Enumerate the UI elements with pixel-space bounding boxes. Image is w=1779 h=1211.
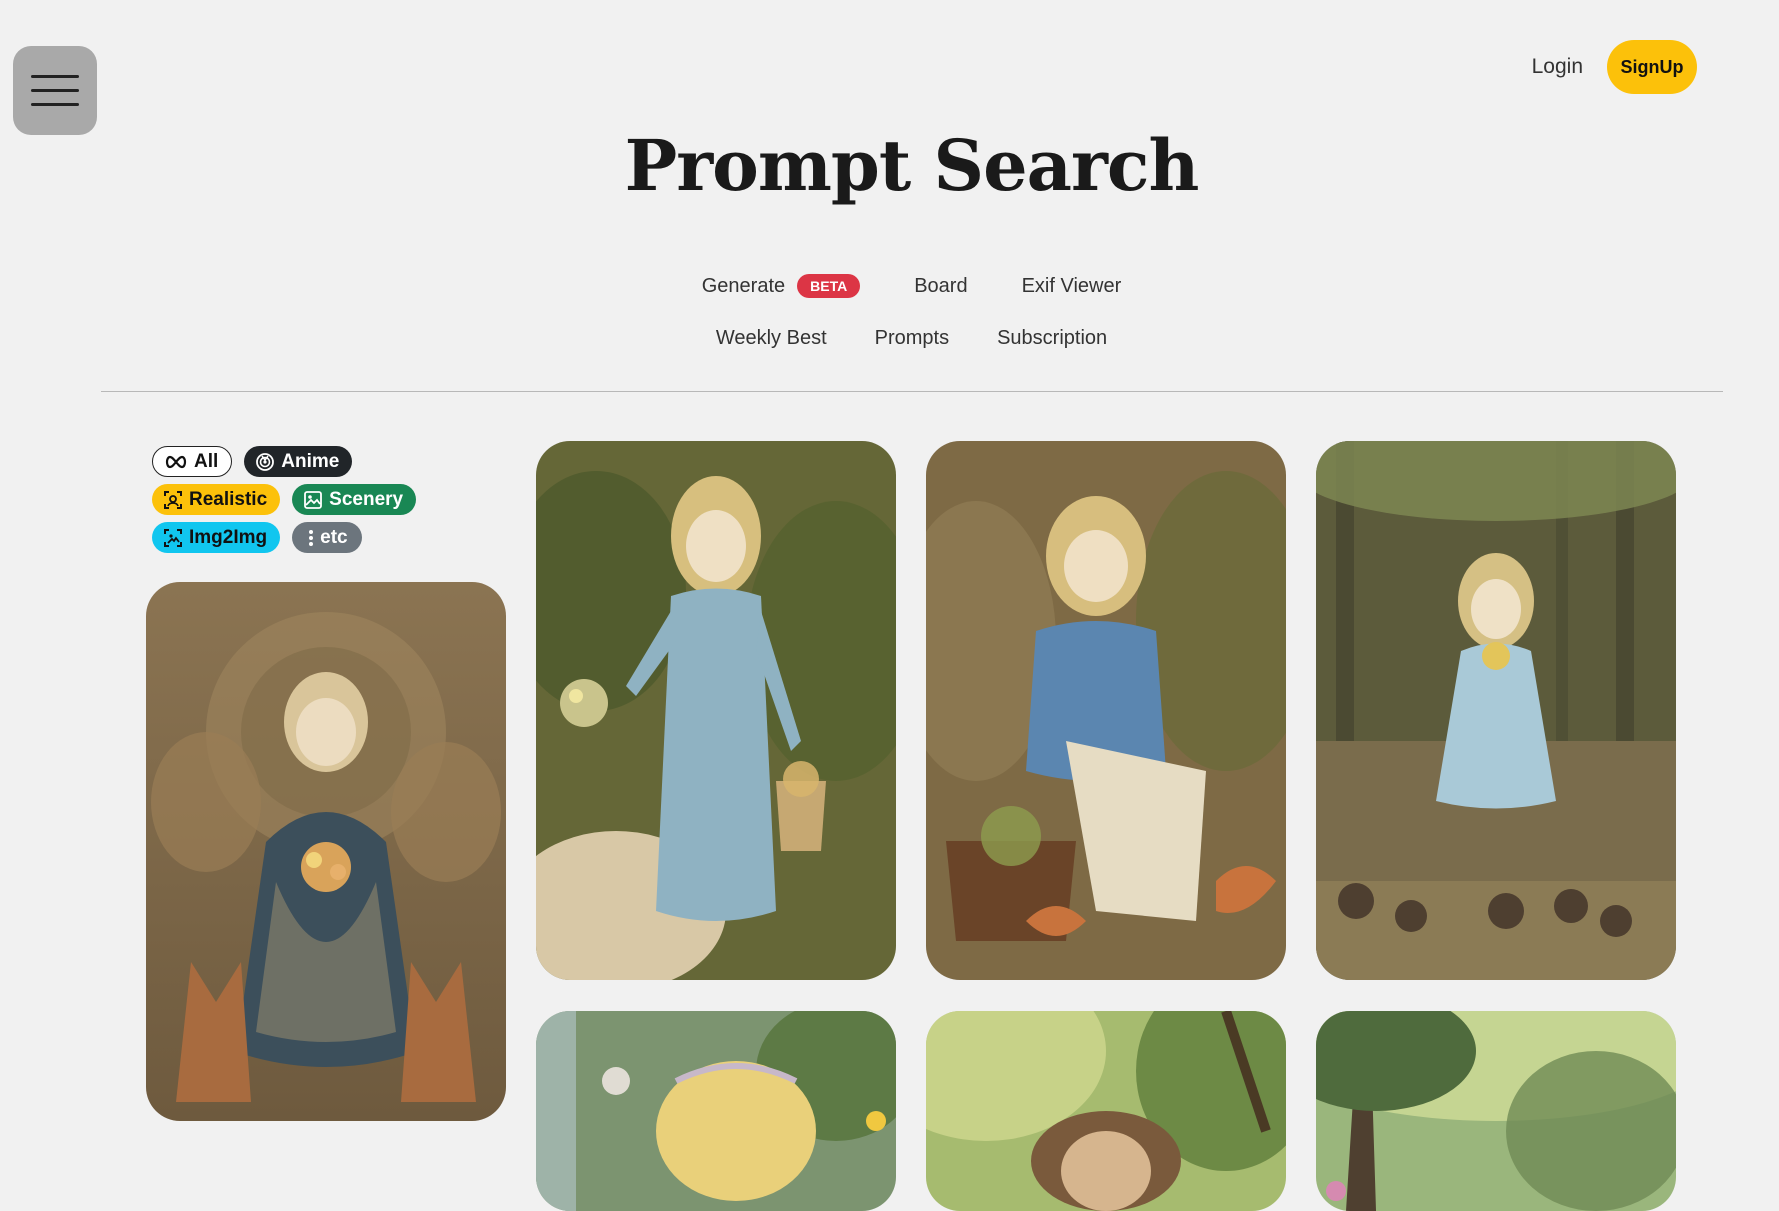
nav-board[interactable]: Board xyxy=(914,275,967,298)
beta-badge: BETA xyxy=(797,274,861,298)
filter-etc-label: etc xyxy=(320,526,348,548)
nav-subscription[interactable]: Subscription xyxy=(997,327,1107,350)
gallery-image xyxy=(926,441,1286,980)
main-nav-row-2: Weekly Best Prompts Subscription xyxy=(0,327,1779,350)
filter-img2img-label: Img2Img xyxy=(189,526,268,548)
nav-weekly-best[interactable]: Weekly Best xyxy=(716,327,827,350)
gallery-card[interactable] xyxy=(1316,441,1676,980)
filter-etc-chip[interactable]: etc xyxy=(292,522,362,553)
nav-exif-viewer[interactable]: Exif Viewer xyxy=(1022,275,1122,298)
category-filters: All Anime Realistic Scenery Img2Img etc xyxy=(152,446,452,560)
anime-icon xyxy=(256,452,275,471)
realistic-icon xyxy=(164,490,182,509)
nav-generate-label: Generate xyxy=(701,274,786,297)
filter-anime-chip[interactable]: Anime xyxy=(244,446,353,477)
hamburger-menu-icon-bar xyxy=(31,103,79,106)
filter-all-chip[interactable]: All xyxy=(152,446,233,477)
main-nav-row-1: Generate BETA Board Exif Viewer xyxy=(0,274,1779,298)
auth-area: Login SignUp xyxy=(1532,40,1697,94)
filter-scenery-chip[interactable]: Scenery xyxy=(292,484,417,515)
gallery-card[interactable] xyxy=(1316,1011,1676,1211)
gallery-card[interactable] xyxy=(536,441,896,980)
gallery-image xyxy=(1316,441,1676,980)
gallery-card[interactable] xyxy=(536,1011,896,1211)
hamburger-menu-button[interactable] xyxy=(13,46,97,135)
nav-prompts[interactable]: Prompts xyxy=(875,327,949,350)
filter-realistic-label: Realistic xyxy=(189,488,268,510)
infinity-icon xyxy=(165,455,187,468)
filter-scenery-label: Scenery xyxy=(329,488,404,510)
login-link[interactable]: Login xyxy=(1532,55,1583,79)
gallery-image xyxy=(926,1011,1286,1211)
filter-img2img-chip[interactable]: Img2Img xyxy=(152,522,281,553)
gallery-card[interactable] xyxy=(926,441,1286,980)
more-vertical-icon xyxy=(309,529,314,546)
hamburger-menu-icon xyxy=(31,75,79,78)
nav-generate[interactable]: Generate BETA xyxy=(701,274,861,298)
signup-button[interactable]: SignUp xyxy=(1607,40,1697,94)
header-divider xyxy=(101,391,1723,392)
gallery-image xyxy=(536,441,896,980)
scenery-icon xyxy=(304,490,323,509)
filter-anime-label: Anime xyxy=(281,450,340,472)
gallery-card[interactable] xyxy=(926,1011,1286,1211)
filter-realistic-chip[interactable]: Realistic xyxy=(152,484,281,515)
filter-all-label: All xyxy=(194,450,219,472)
page-title: Prompt Search xyxy=(624,124,1200,207)
img2img-icon xyxy=(164,528,182,547)
gallery-image xyxy=(536,1011,896,1211)
gallery-image xyxy=(1316,1011,1676,1211)
hamburger-menu-icon-bar xyxy=(31,89,79,92)
gallery-card[interactable] xyxy=(146,582,506,1121)
gallery-image xyxy=(146,582,506,1121)
